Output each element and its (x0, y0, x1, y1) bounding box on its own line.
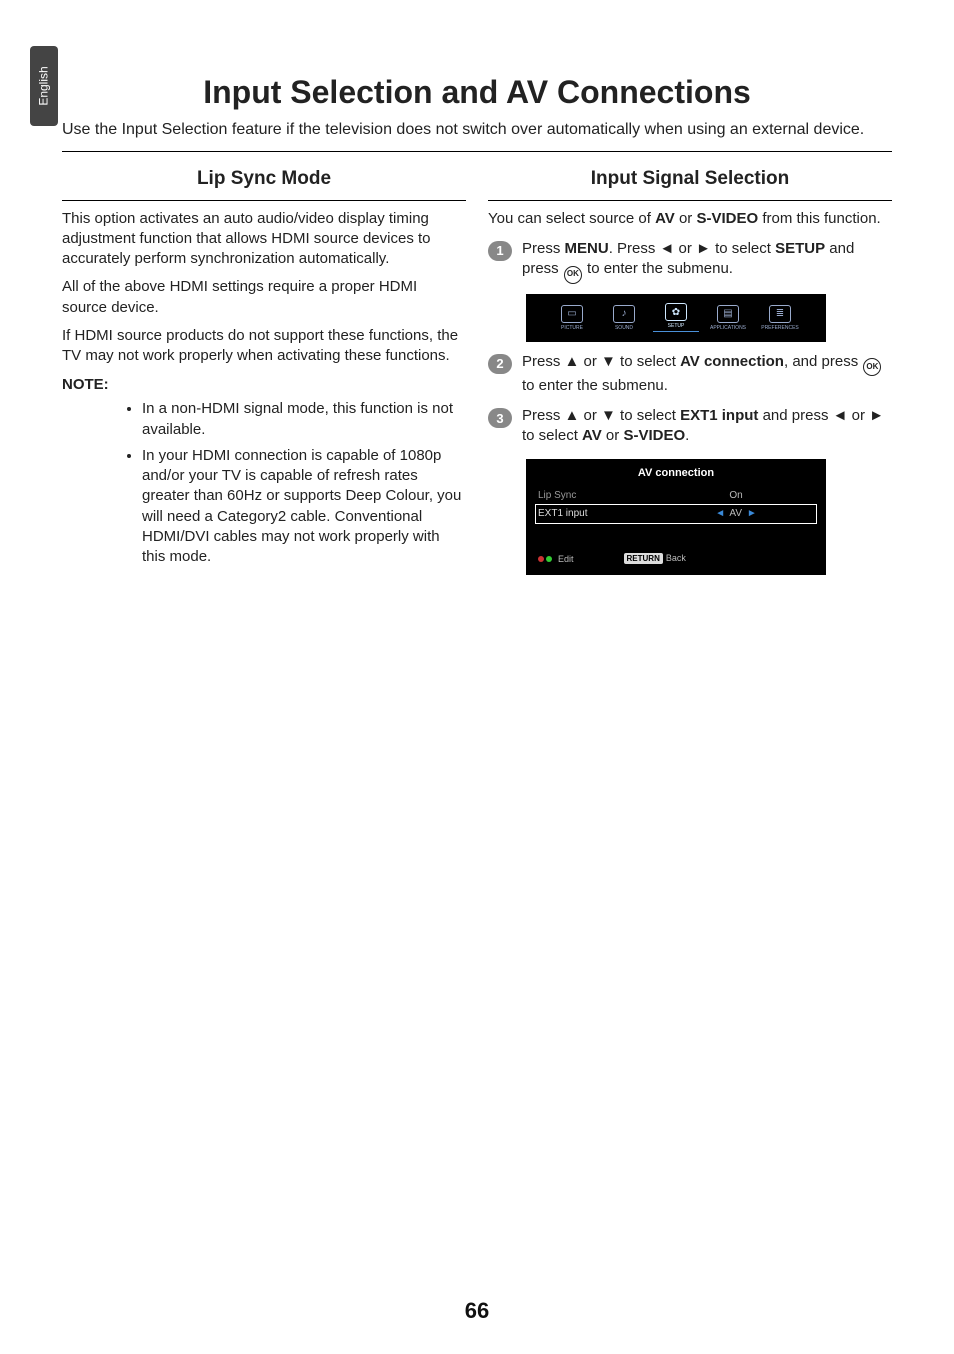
panel-row-ext1-input[interactable]: EXT1 input ◄ AV ► (536, 505, 816, 523)
note-item-1: In a non-HDMI signal mode, this function… (142, 399, 466, 440)
text: to enter the submenu. (522, 377, 668, 394)
page-number: 66 (0, 1298, 954, 1324)
note-label: NOTE: (62, 376, 466, 393)
icon-glyph: ✿ (672, 307, 680, 318)
panel-title: AV connection (536, 467, 816, 479)
ok-icon: OK (564, 266, 582, 284)
osd-panel-av-connection: AV connection Lip Sync On EXT1 input ◄ A… (526, 459, 826, 575)
step-2: 2 Press ▲ or ▼ to select AV connection, … (488, 352, 892, 397)
text: . (685, 427, 689, 444)
arrow-left-icon[interactable]: ◄ (713, 508, 727, 519)
step-badge-1: 1 (488, 241, 512, 261)
panel-row-lip-sync[interactable]: Lip Sync On (536, 487, 816, 505)
picture-icon: ▭ (561, 305, 583, 323)
menu-label: SETUP (668, 323, 685, 329)
applications-icon: ▤ (717, 305, 739, 323)
bold-setup: SETUP (775, 240, 825, 257)
bold-svideo: S-VIDEO (696, 210, 758, 227)
text: , and press (784, 353, 862, 370)
return-button-icon: RETURN (624, 553, 663, 564)
panel-row-value: ◄ AV ► (656, 508, 816, 519)
step-3: 3 Press ▲ or ▼ to select EXT1 input and … (488, 406, 892, 447)
section-title-input-signal: Input Signal Selection (488, 168, 892, 190)
menu-item-picture[interactable]: ▭ PICTURE (549, 305, 595, 331)
right-column: Input Signal Selection You can select so… (488, 162, 892, 575)
step-1: 1 Press MENU. Press ◄ or ► to select SET… (488, 239, 892, 284)
divider-top (62, 151, 892, 152)
left-p2: All of the above HDMI settings require a… (62, 277, 466, 318)
bold-avconn: AV connection (680, 353, 784, 370)
bold-menu: MENU (565, 240, 609, 257)
color-dots-icon (536, 553, 554, 565)
menu-item-preferences[interactable]: ≣ PREFERENCES (757, 305, 803, 331)
step-1-text: Press MENU. Press ◄ or ► to select SETUP… (522, 239, 892, 284)
sound-icon: ♪ (613, 305, 635, 323)
divider-left (62, 200, 466, 201)
section-title-lip-sync: Lip Sync Mode (62, 168, 466, 190)
step-2-text: Press ▲ or ▼ to select AV connection, an… (522, 352, 892, 397)
panel-row-value-text: AV (729, 508, 742, 519)
bold-svideo: S-VIDEO (623, 427, 685, 444)
ok-icon: OK (863, 358, 881, 376)
text: Press (522, 240, 565, 257)
panel-footer-edit-label: Edit (558, 554, 574, 564)
panel-footer-edit: Edit (536, 553, 574, 565)
bold-av: AV (655, 210, 675, 227)
text: . Press ◄ or ► to select (609, 240, 775, 257)
panel-footer-back-label: Back (666, 553, 686, 563)
menu-item-applications[interactable]: ▤ APPLICATIONS (705, 305, 751, 331)
panel-row-label: Lip Sync (536, 490, 656, 501)
step-badge-2: 2 (488, 354, 512, 374)
page-title: Input Selection and AV Connections (62, 74, 892, 111)
panel-row-label: EXT1 input (536, 508, 656, 519)
note-item-2: In your HDMI connection is capable of 10… (142, 446, 466, 568)
panel-footer-return: RETURNBack (624, 553, 686, 564)
left-p3: If HDMI source products do not support t… (62, 326, 466, 367)
menu-item-setup[interactable]: ✿ SETUP (653, 303, 699, 332)
menu-label: PREFERENCES (761, 325, 799, 331)
menu-item-sound[interactable]: ♪ SOUND (601, 305, 647, 331)
text: Press ▲ or ▼ to select (522, 407, 680, 424)
text: You can select source of (488, 210, 655, 227)
bold-av: AV (582, 427, 602, 444)
text: or (602, 427, 624, 444)
language-tab: English (30, 46, 58, 126)
text: or (675, 210, 697, 227)
icon-glyph: ▭ (567, 308, 576, 319)
icon-glyph: ♪ (622, 308, 627, 319)
menu-label: PICTURE (561, 325, 583, 331)
left-p1: This option activates an auto audio/vide… (62, 209, 466, 270)
text: from this function. (758, 210, 881, 227)
preferences-icon: ≣ (769, 305, 791, 323)
step-3-text: Press ▲ or ▼ to select EXT1 input and pr… (522, 406, 892, 447)
panel-footer: Edit RETURNBack (536, 553, 816, 565)
icon-glyph: ≣ (776, 308, 784, 319)
page-intro: Use the Input Selection feature if the t… (62, 119, 892, 141)
bold-ext1: EXT1 input (680, 407, 758, 424)
left-column: Lip Sync Mode This option activates an a… (62, 162, 466, 575)
menu-label: SOUND (615, 325, 633, 331)
icon-glyph: ▤ (723, 308, 732, 319)
note-list: In a non-HDMI signal mode, this function… (62, 399, 466, 567)
text: Press ▲ or ▼ to select (522, 353, 680, 370)
arrow-right-icon[interactable]: ► (745, 508, 759, 519)
divider-right (488, 200, 892, 201)
menu-label: APPLICATIONS (710, 325, 746, 331)
panel-row-value: On (656, 490, 816, 501)
language-tab-label: English (37, 66, 51, 105)
osd-menu-strip: ▭ PICTURE ♪ SOUND ✿ SETUP ▤ APPLICATIONS… (526, 294, 826, 342)
text: to enter the submenu. (583, 260, 733, 277)
setup-icon: ✿ (665, 303, 687, 321)
step-badge-3: 3 (488, 408, 512, 428)
right-intro: You can select source of AV or S-VIDEO f… (488, 209, 892, 229)
